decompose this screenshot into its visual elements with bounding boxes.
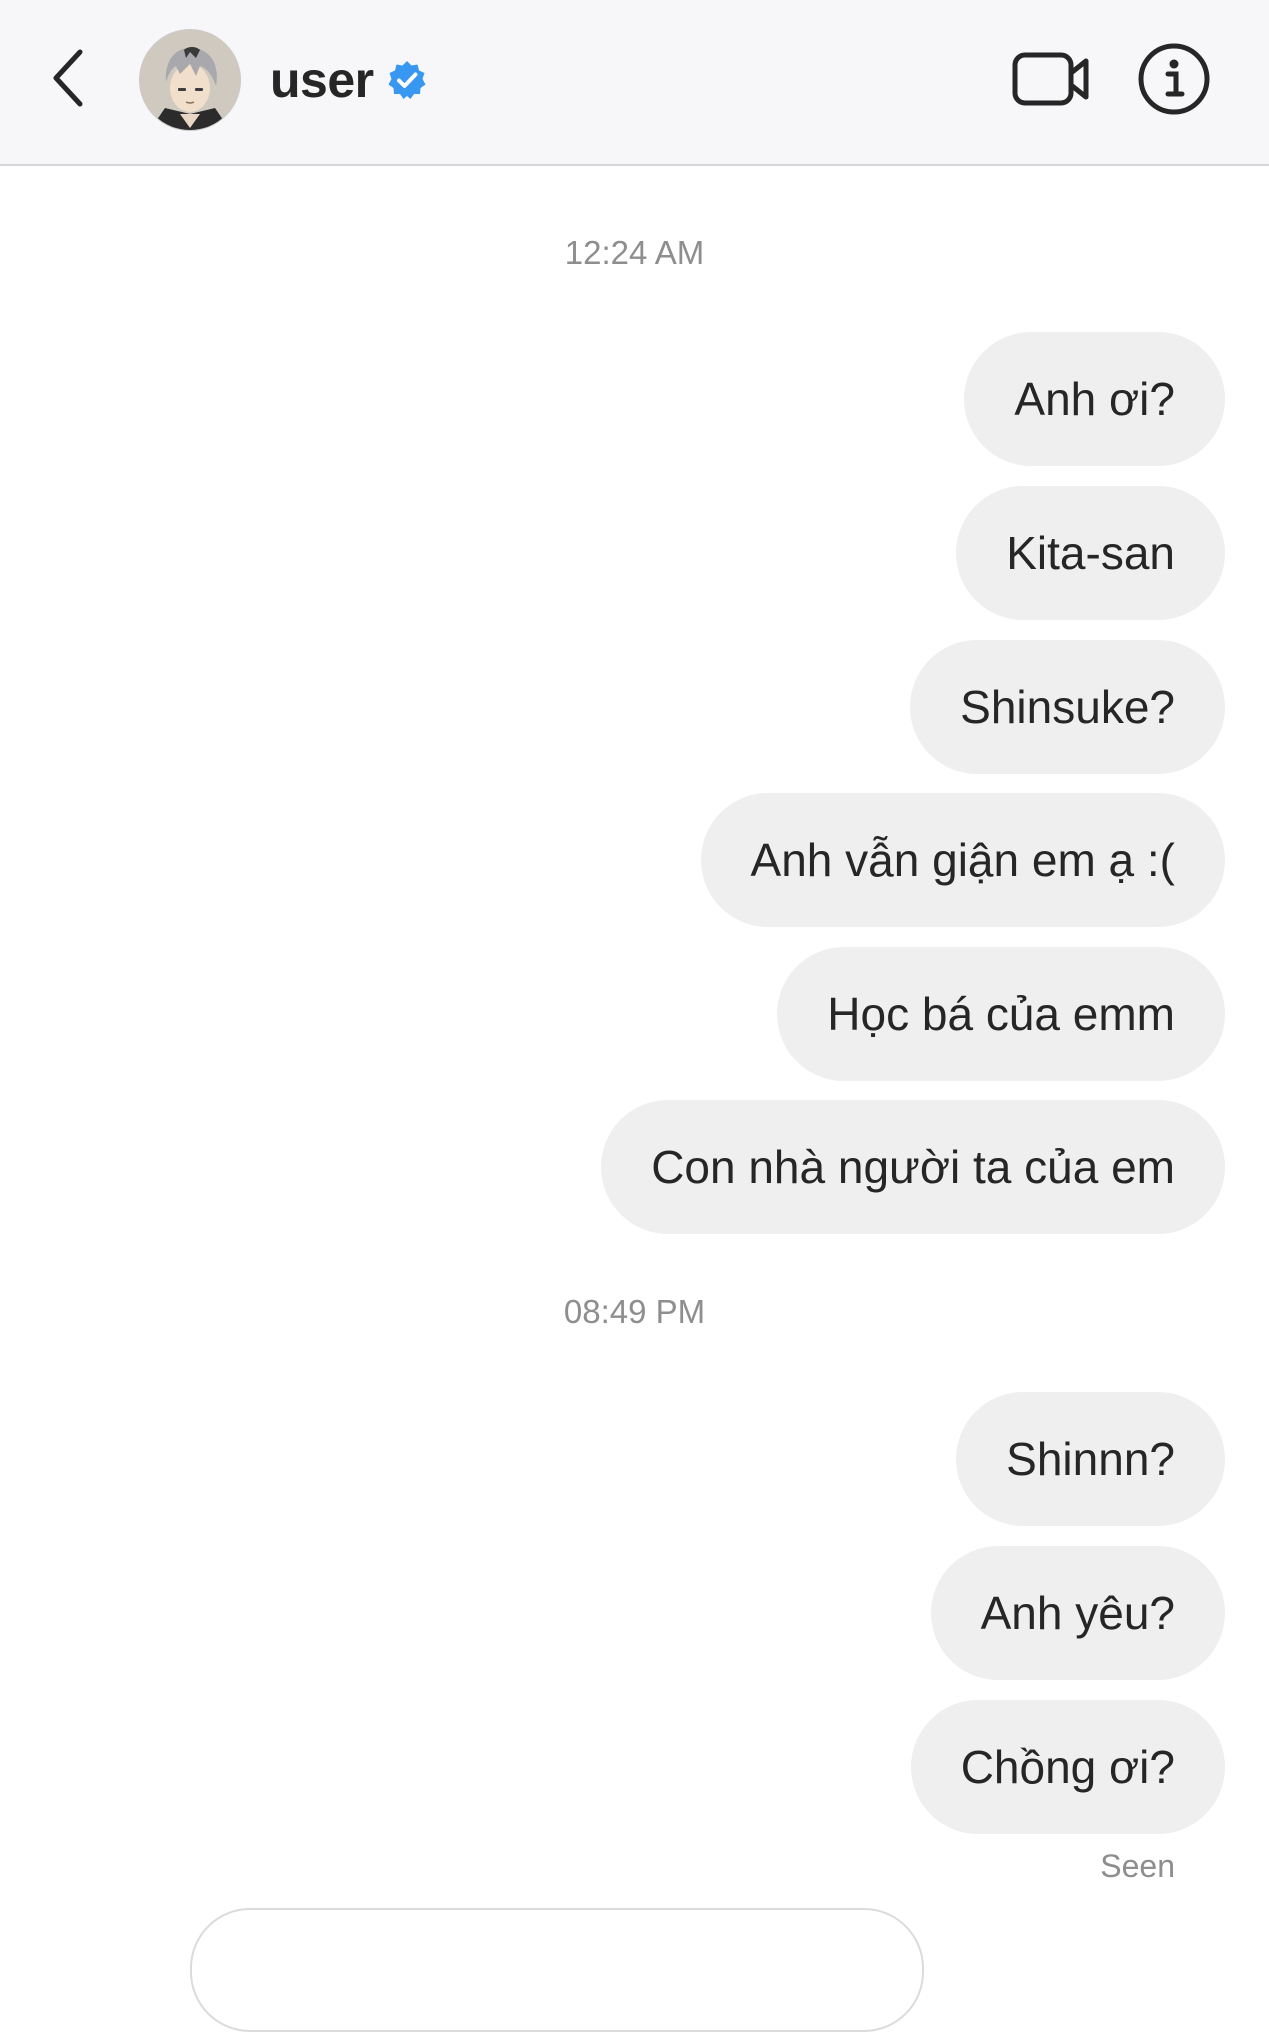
message-bubble[interactable]: Học bá của emm [777,947,1225,1081]
message-bubble[interactable]: Anh ơi? [964,332,1225,466]
verified-badge-icon [386,59,428,101]
message-bubble[interactable]: Kita-san [956,486,1225,620]
seen-status: Seen [1100,1848,1175,1884]
username: user [270,52,374,108]
video-camera-icon [1012,51,1092,112]
timestamp: 08:49 PM [563,1293,706,1330]
message-bubble[interactable]: Anh vẫn giận em ạ :( [700,793,1225,927]
profile-name-link[interactable]: user [270,44,428,116]
video-call-button[interactable] [1010,48,1094,114]
back-button[interactable] [38,40,98,120]
message-bubble[interactable]: Con nhà người ta của em [601,1100,1225,1234]
chevron-left-icon [48,46,88,115]
avatar[interactable] [140,30,240,130]
message-bubble[interactable]: Shinsuke? [910,640,1225,774]
timestamp: 12:24 AM [564,234,705,271]
message-bubble[interactable]: Anh yêu? [930,1546,1225,1680]
info-button[interactable] [1136,43,1212,119]
message-bubble[interactable]: Chồng ơi? [910,1700,1225,1834]
message-input[interactable] [190,1908,924,2032]
info-icon [1137,42,1211,121]
message-bubble[interactable]: Shinnn? [956,1392,1225,1526]
chat-header: user [0,0,1269,166]
